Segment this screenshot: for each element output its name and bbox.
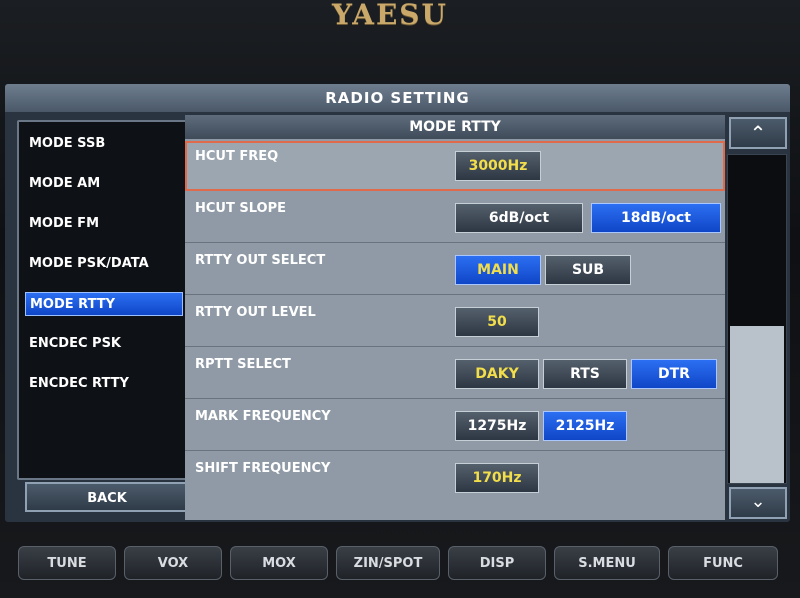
hcut-slope-6db-button[interactable]: 6dB/oct: [455, 203, 583, 233]
setting-row-rptt-select[interactable]: RPTT SELECT DAKY RTS DTR: [185, 349, 725, 399]
screen-title: RADIO SETTING: [5, 84, 790, 112]
mark-freq-2125-button[interactable]: 2125Hz: [543, 411, 627, 441]
radio-screen: RADIO SETTING MODE SSB MODE AM MODE FM M…: [5, 84, 790, 522]
sidebar-item-label: ENCDEC PSK: [29, 336, 122, 351]
setting-row-hcut-slope[interactable]: HCUT SLOPE 6dB/oct 18dB/oct: [185, 193, 725, 243]
vox-button[interactable]: VOX: [124, 546, 222, 580]
shift-freq-value-button[interactable]: 170Hz: [455, 463, 539, 493]
setting-label: RTTY OUT SELECT: [195, 253, 326, 268]
sidebar-item-encdec-rtty[interactable]: ENCDEC RTTY: [25, 372, 183, 396]
rptt-rts-button[interactable]: RTS: [543, 359, 627, 389]
sidebar-item-mode-am[interactable]: MODE AM: [25, 172, 183, 196]
sidebar-item-label: ENCDEC RTTY: [29, 376, 129, 391]
func-button[interactable]: FUNC: [668, 546, 778, 580]
sidebar-item-label: MODE SSB: [29, 136, 106, 151]
rtty-out-main-button[interactable]: MAIN: [455, 255, 541, 285]
setting-row-mark-frequency[interactable]: MARK FREQUENCY 1275Hz 2125Hz: [185, 401, 725, 451]
setting-label: HCUT SLOPE: [195, 201, 287, 216]
disp-button[interactable]: DISP: [448, 546, 546, 580]
sidebar-item-encdec-psk[interactable]: ENCDEC PSK: [25, 332, 183, 356]
chevron-down-icon: ⌄: [750, 491, 766, 512]
hcut-freq-value-button[interactable]: 3000Hz: [455, 151, 541, 181]
rtty-out-sub-button[interactable]: SUB: [545, 255, 631, 285]
mode-sidebar: MODE SSB MODE AM MODE FM MODE PSK/DATA M…: [17, 120, 191, 480]
setting-label: HCUT FREQ: [195, 149, 279, 164]
setting-row-hcut-freq[interactable]: HCUT FREQ 3000Hz: [185, 141, 725, 191]
setting-row-shift-frequency[interactable]: SHIFT FREQUENCY 170Hz: [185, 453, 725, 503]
sidebar-item-label: MODE PSK/DATA: [29, 256, 149, 271]
panel-header: MODE RTTY: [185, 115, 725, 139]
setting-label: RPTT SELECT: [195, 357, 291, 372]
scrollbar-track[interactable]: [727, 154, 787, 484]
settings-panel: MODE RTTY HCUT FREQ 3000Hz HCUT SLOPE 6d…: [185, 115, 725, 520]
back-button[interactable]: BACK: [25, 482, 189, 512]
brand-logo: YAESU: [332, 0, 448, 31]
setting-label: MARK FREQUENCY: [195, 409, 331, 424]
rptt-daky-button[interactable]: DAKY: [455, 359, 539, 389]
sidebar-item-mode-ssb[interactable]: MODE SSB: [25, 132, 183, 156]
tune-button[interactable]: TUNE: [18, 546, 116, 580]
chevron-up-icon: ⌃: [749, 121, 767, 145]
scroll-up-button[interactable]: ⌃: [729, 117, 787, 149]
rtty-out-level-value-button[interactable]: 50: [455, 307, 539, 337]
sidebar-item-label: MODE AM: [29, 176, 101, 191]
sidebar-item-mode-psk-data[interactable]: MODE PSK/DATA: [25, 252, 183, 276]
sidebar-item-label: MODE RTTY: [30, 297, 116, 312]
sidebar-item-label: MODE FM: [29, 216, 100, 231]
setting-label: RTTY OUT LEVEL: [195, 305, 316, 320]
scroll-down-button[interactable]: ⌄: [729, 487, 787, 519]
setting-label: SHIFT FREQUENCY: [195, 461, 331, 476]
mark-freq-1275-button[interactable]: 1275Hz: [455, 411, 539, 441]
sidebar-item-mode-fm[interactable]: MODE FM: [25, 212, 183, 236]
zin-spot-button[interactable]: ZIN/SPOT: [336, 546, 440, 580]
mox-button[interactable]: MOX: [230, 546, 328, 580]
setting-row-rtty-out-level[interactable]: RTTY OUT LEVEL 50: [185, 297, 725, 347]
rptt-dtr-button[interactable]: DTR: [631, 359, 717, 389]
setting-row-rtty-out-select[interactable]: RTTY OUT SELECT MAIN SUB: [185, 245, 725, 295]
scrollbar-thumb[interactable]: [730, 326, 784, 483]
s-menu-button[interactable]: S.MENU: [554, 546, 660, 580]
sidebar-item-mode-rtty[interactable]: MODE RTTY: [25, 292, 183, 316]
hcut-slope-18db-button[interactable]: 18dB/oct: [591, 203, 721, 233]
